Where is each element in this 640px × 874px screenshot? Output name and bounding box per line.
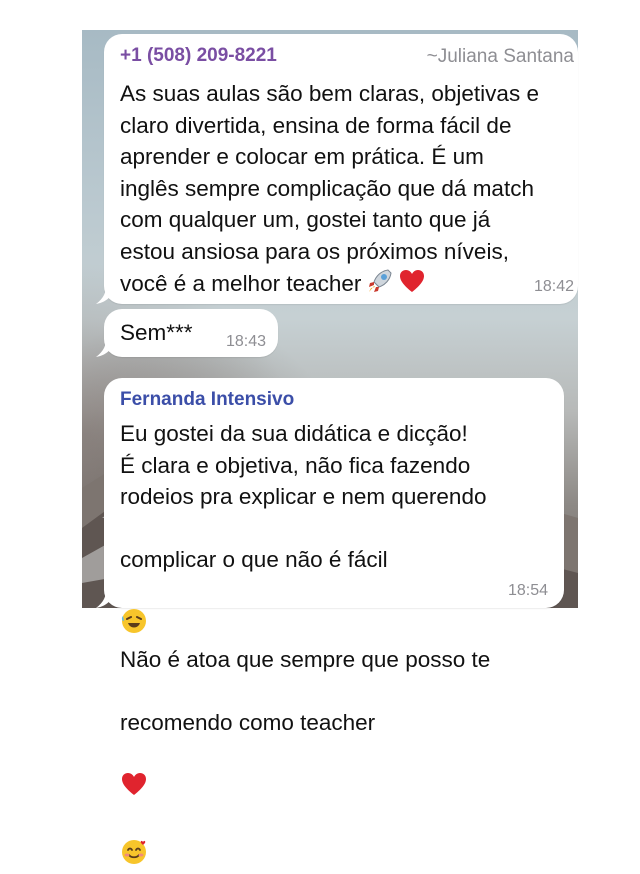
rolling-laughing-emoji (120, 576, 148, 644)
message-bubble[interactable]: Sem*** 18:43 (96, 309, 278, 357)
message-line: Não é atoa que sempre que posso te (120, 646, 491, 672)
smiling-hearts-emoji (120, 806, 148, 874)
message-line: É clara e objetiva, não fica fazendo (120, 452, 471, 478)
message-bubble[interactable]: +1 (508) 209-8221 ~Juliana Santana As su… (96, 34, 578, 304)
bubble-tail (96, 339, 114, 357)
sender-name[interactable]: Fernanda Intensivo (120, 388, 294, 412)
sender-alias: ~Juliana Santana (426, 46, 574, 67)
message-line: rodeios pra explicar e nem querendo (120, 484, 487, 509)
message-timestamp: 18:42 (533, 278, 574, 295)
message-line-with-emoji: recomendo como teacher (120, 675, 560, 874)
bubble-tail (96, 590, 114, 608)
message-line: Eu gostei da sua didática e dicção! (120, 421, 468, 446)
red-heart-emoji (398, 267, 426, 300)
bubble-tail (96, 286, 114, 304)
message-text: As suas aulas são bem claras, objetivas … (120, 81, 539, 296)
rocket-emoji (366, 267, 394, 300)
message-text: Sem*** (120, 320, 193, 345)
sender-phone[interactable]: +1 (508) 209-8221 (120, 44, 277, 68)
message-bubble[interactable]: Fernanda Intensivo Eu gostei da sua didá… (96, 378, 564, 864)
message-timestamp: 18:43 (225, 333, 266, 350)
message-line-with-emoji: complicar o que não é fácil (120, 513, 560, 644)
message-line: complicar o que não é fácil (120, 547, 388, 572)
message-timestamp: 18:54 (507, 582, 548, 599)
red-heart-emoji (120, 738, 148, 806)
message-line: recomendo como teacher (120, 709, 376, 735)
